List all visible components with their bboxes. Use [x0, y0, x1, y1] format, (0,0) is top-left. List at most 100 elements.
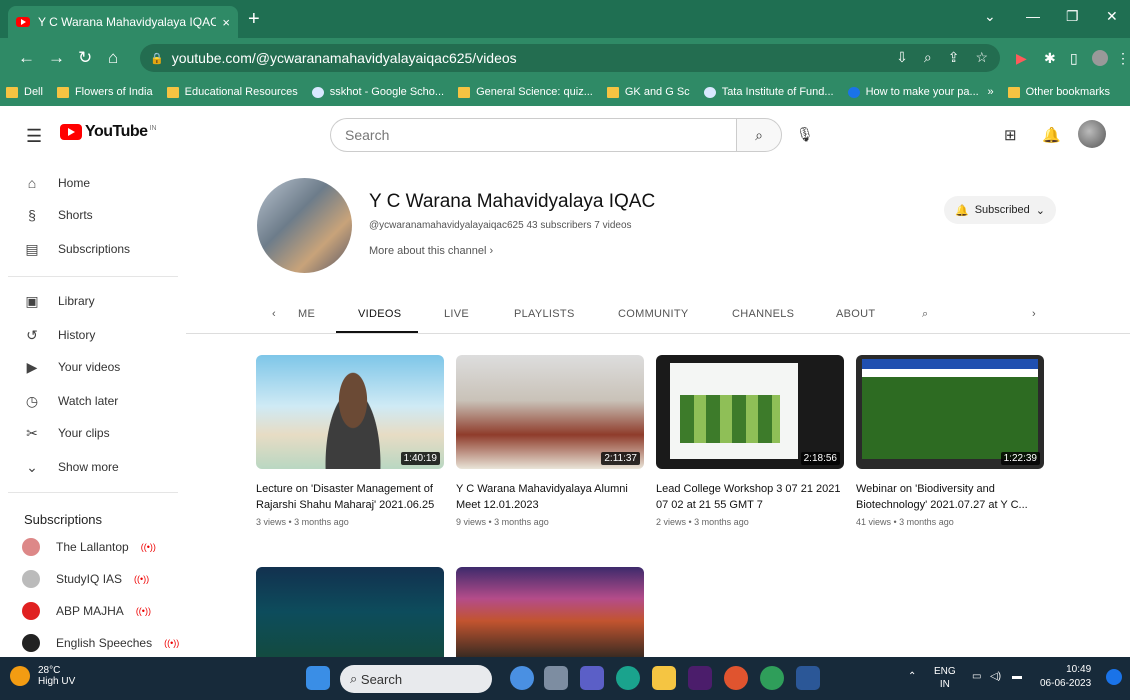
language-indicator[interactable]: ENG IN [934, 665, 956, 691]
sidebar-item-shorts[interactable]: § Shorts [0, 200, 180, 230]
share-icon[interactable]: ⇪ [948, 49, 960, 66]
channel-search-icon[interactable]: ⌕ [922, 308, 928, 321]
tray-overflow-icon[interactable]: ⌃ [908, 671, 916, 682]
bookmark-item[interactable]: General Science: quiz... [458, 86, 593, 98]
video-card[interactable] [456, 567, 644, 657]
video-card[interactable]: 1:40:19 Lecture on 'Disaster Management … [256, 355, 444, 527]
sidebar-item-home[interactable]: ⌂ Home [0, 168, 180, 198]
bookmark-item[interactable]: sskhot - Google Scho... [311, 86, 444, 98]
task-view-icon[interactable] [544, 666, 568, 690]
volume-icon[interactable]: ◁) [990, 671, 1001, 682]
search-input[interactable]: Search [330, 118, 736, 152]
video-card[interactable]: 1:22:39 Webinar on 'Biodiversity and Bio… [856, 355, 1044, 527]
video-title[interactable]: Lead College Workshop 3 07 21 2021 07 02… [656, 481, 844, 513]
youtube-logo[interactable]: YouTube IN [60, 123, 157, 141]
sidebar-item-watch-later[interactable]: ◷ Watch later [0, 386, 180, 416]
subscription-item[interactable]: English Speeches ((•)) [0, 628, 180, 657]
browser-tab[interactable]: Y C Warana Mahavidyalaya IQAC - Y × [8, 6, 238, 38]
network-icon[interactable]: ▭ [972, 671, 981, 682]
more-about-channel-link[interactable]: More about this channel › [369, 245, 493, 257]
tab-playlists[interactable]: PLAYLISTS [514, 308, 575, 320]
bookmark-item[interactable]: Flowers of India [56, 86, 153, 98]
back-icon[interactable]: ← [18, 48, 35, 68]
restore-icon[interactable]: ❐ [1066, 8, 1079, 25]
tab-search-icon[interactable]: ⌄ [984, 8, 996, 25]
sidepanel-icon[interactable]: ▯ [1070, 50, 1078, 67]
tabs-scroll-right-icon[interactable]: › [1032, 308, 1036, 320]
bookmark-item[interactable]: Educational Resources [166, 86, 298, 98]
video-card[interactable] [256, 567, 444, 657]
subscription-item[interactable]: StudyIQ IAS ((•)) [0, 564, 180, 594]
weather-widget[interactable]: 28°C High UV [10, 665, 75, 687]
video-title[interactable]: Lecture on 'Disaster Management of Rajar… [256, 481, 444, 513]
search-button[interactable]: ⌕ [736, 118, 782, 152]
new-tab-button[interactable]: + [248, 8, 260, 31]
close-window-icon[interactable]: ✕ [1106, 8, 1118, 25]
bookmark-item[interactable]: How to make your pa... [847, 86, 979, 98]
edge-browser-icon[interactable] [616, 666, 640, 690]
sidebar-item-your-videos[interactable]: ▶ Your videos [0, 352, 180, 382]
video-card[interactable]: 2:11:37 Y C Warana Mahavidyalaya Alumni … [456, 355, 644, 527]
profile-avatar[interactable] [1092, 50, 1108, 66]
subscription-item[interactable]: ABP MAJHA ((•)) [0, 596, 180, 626]
tab-videos[interactable]: VIDEOS [358, 308, 401, 320]
tabs-scroll-left-icon[interactable]: ‹ [272, 308, 276, 320]
video-thumbnail[interactable]: 1:40:19 [256, 355, 444, 469]
windows-start-icon[interactable] [306, 666, 330, 690]
bookmark-item[interactable]: Dell [6, 86, 43, 98]
channel-avatar-large[interactable] [257, 178, 352, 273]
subscribed-button[interactable]: 🔔 Subscribed ⌄ [944, 196, 1056, 224]
minimize-icon[interactable]: — [1026, 8, 1040, 24]
account-avatar[interactable] [1078, 120, 1106, 148]
home-icon[interactable]: ⌂ [108, 48, 118, 68]
create-icon[interactable]: ⊞ [1004, 126, 1017, 144]
forward-icon[interactable]: → [48, 48, 65, 68]
sidebar-item-subscriptions[interactable]: ▤ Subscriptions [0, 234, 180, 264]
notifications-bell-icon[interactable]: 🔔 [1042, 126, 1061, 144]
video-thumbnail[interactable] [256, 567, 444, 657]
battery-icon[interactable]: ▬ [1012, 671, 1022, 682]
microphone-icon[interactable]: 🎙 [796, 126, 814, 143]
subscription-item[interactable]: The Lallantop ((•)) [0, 532, 180, 562]
video-thumbnail[interactable]: 2:18:56 [656, 355, 844, 469]
video-title[interactable]: Webinar on 'Biodiversity and Biotechnolo… [856, 481, 1044, 513]
sidebar-item-your-clips[interactable]: ✂ Your clips [0, 418, 180, 448]
sidebar-item-history[interactable]: ↺ History [0, 320, 180, 350]
bookmark-item[interactable]: GK and G Sc [606, 86, 690, 98]
bookmarks-overflow-button[interactable]: » [988, 86, 994, 98]
media-app-icon[interactable] [724, 666, 748, 690]
install-icon[interactable]: ⇩ [896, 49, 908, 66]
tab-community[interactable]: COMMUNITY [618, 308, 689, 320]
file-explorer-icon[interactable] [652, 666, 676, 690]
reload-icon[interactable]: ↻ [78, 48, 92, 68]
zoom-icon[interactable]: ⌕ [924, 49, 932, 66]
sidebar-item-show-more[interactable]: ⌄ Show more [0, 452, 180, 482]
tab-about[interactable]: ABOUT [836, 308, 875, 320]
video-thumbnail[interactable]: 1:22:39 [856, 355, 1044, 469]
menu-icon[interactable]: ☰ [26, 126, 42, 147]
chrome-icon[interactable] [760, 666, 784, 690]
clock[interactable]: 10:49 06-06-2023 [1040, 663, 1091, 691]
menu-dots-icon[interactable]: ⋮ [1116, 50, 1130, 67]
url-field[interactable]: 🔒 youtube.com/@ycwaranamahavidyalayaiqac… [140, 44, 1000, 72]
video-card[interactable]: 2:18:56 Lead College Workshop 3 07 21 20… [656, 355, 844, 527]
word-icon[interactable] [796, 666, 820, 690]
tab-channels[interactable]: CHANNELS [732, 308, 794, 320]
notification-badge[interactable] [1106, 669, 1122, 685]
other-bookmarks[interactable]: Other bookmarks [1007, 86, 1110, 98]
sidebar-item-library[interactable]: ▣ Library [0, 286, 180, 316]
bookmark-item[interactable]: Tata Institute of Fund... [703, 86, 834, 98]
bing-icon[interactable] [510, 666, 534, 690]
video-title[interactable]: Y C Warana Mahavidyalaya Alumni Meet 12.… [456, 481, 644, 513]
tab-live[interactable]: LIVE [444, 308, 469, 320]
video-thumbnail[interactable] [456, 567, 644, 657]
premiere-icon[interactable] [688, 666, 712, 690]
extensions-puzzle-icon[interactable]: ✱ [1044, 50, 1056, 67]
extension-icon[interactable]: ▶ [1016, 50, 1027, 67]
taskbar-search[interactable]: ⌕ Search [340, 665, 492, 693]
tab-home[interactable]: ME [298, 308, 315, 320]
teams-icon[interactable] [580, 666, 604, 690]
video-thumbnail[interactable]: 2:11:37 [456, 355, 644, 469]
tab-close-button[interactable]: × [222, 15, 230, 30]
bookmark-star-icon[interactable]: ☆ [975, 49, 988, 66]
